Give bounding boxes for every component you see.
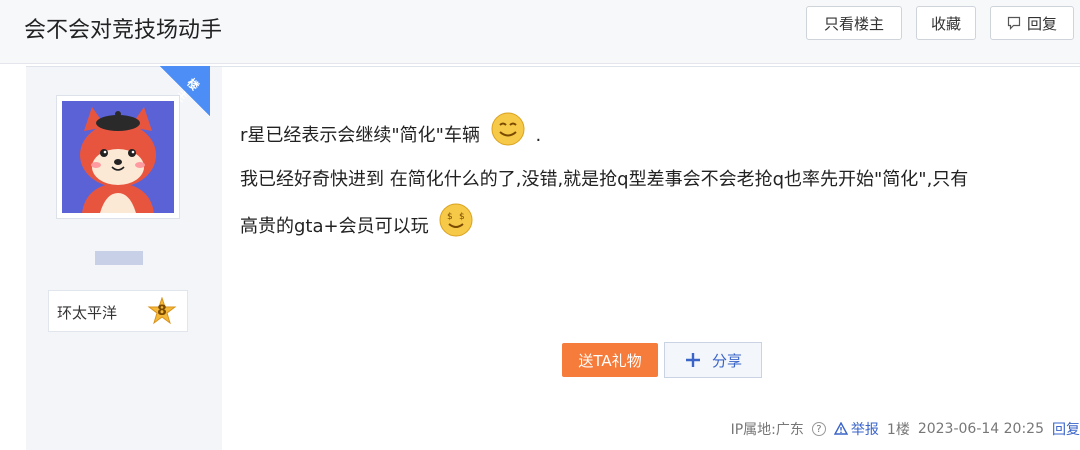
floor-reply-link[interactable]: 回复: [1052, 419, 1080, 439]
post: 楼主 环太平洋 8 r星已经表示会继续"简化"车辆 . 我已经好奇快进到 在简化…: [26, 66, 1080, 450]
report-label: 举报: [850, 422, 879, 438]
ip-location: IP属地:广东: [730, 422, 804, 438]
post-content: r星已经表示会继续"简化"车辆 . 我已经好奇快进到 在简化什么的了,没错,就是…: [240, 111, 1070, 249]
username-placeholder: [95, 251, 143, 265]
post-text-1: r星已经表示会继续"简化"车辆: [240, 125, 480, 146]
thread-title: 会不会对竞技场动手: [24, 18, 223, 43]
post-line-1: r星已经表示会继续"简化"车辆 .: [240, 111, 1070, 158]
warning-icon: [833, 422, 848, 435]
post-footer: IP属地:广东 ? 举报 1楼 2023-06-14 20:25 回复: [731, 417, 1080, 441]
post-line-3: 高贵的gta+会员可以玩 $ $: [240, 202, 1070, 249]
user-name[interactable]: 环太平洋: [57, 302, 117, 323]
send-gift-button[interactable]: 送TA礼物: [562, 343, 658, 377]
thread-header: 会不会对竞技场动手 只看楼主 收藏 回复: [0, 0, 1080, 64]
avatar-frame[interactable]: [56, 95, 180, 219]
reply-button[interactable]: 回复: [990, 6, 1074, 40]
post-text-1-end: .: [535, 125, 542, 146]
share-label: 分享: [711, 351, 742, 370]
reply-button-label: 回复: [1026, 14, 1057, 33]
user-card[interactable]: 环太平洋 8: [48, 290, 188, 332]
floor-number: 1楼: [886, 422, 910, 438]
report-link[interactable]: 举报: [833, 419, 879, 439]
fox-avatar-icon: [62, 101, 174, 213]
svg-text:$: $: [459, 212, 465, 222]
money-eyes-emoji-icon: $ $: [439, 203, 473, 237]
level-badge: 8: [147, 296, 177, 327]
help-icon[interactable]: ?: [811, 422, 826, 436]
comment-icon: [1007, 16, 1021, 30]
plus-icon: [685, 353, 700, 367]
post-actions: 送TA礼物 分享: [562, 342, 762, 378]
svg-text:$: $: [447, 212, 453, 222]
post-datetime: 2023-06-14 20:25: [917, 421, 1044, 437]
share-button[interactable]: 分享: [664, 342, 762, 378]
author-column: 楼主 环太平洋 8: [26, 66, 222, 450]
avatar[interactable]: [62, 101, 174, 213]
favorite-button[interactable]: 收藏: [916, 6, 976, 40]
post-line-2: 我已经好奇快进到 在简化什么的了,没错,就是抢q型差事会不会老抢q也率先开始"简…: [240, 169, 969, 190]
level-number: 8: [157, 303, 167, 319]
smile-emoji-icon: [491, 112, 525, 146]
post-text-3: 高贵的gta+会员可以玩: [240, 216, 429, 237]
only-op-button[interactable]: 只看楼主: [806, 6, 902, 40]
